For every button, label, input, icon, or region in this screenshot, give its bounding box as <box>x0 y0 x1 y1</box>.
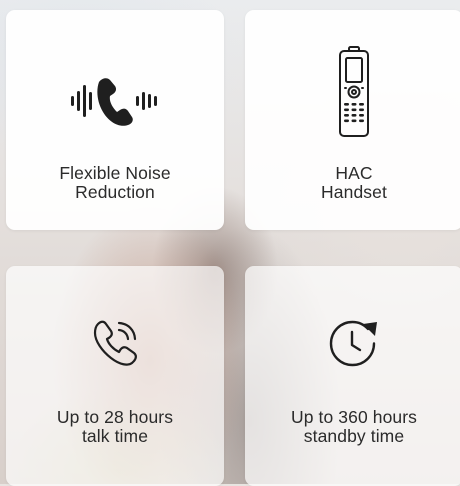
handset-icon <box>339 46 369 137</box>
phone-call-icon <box>93 320 137 366</box>
feature-label-line1: Up to 360 hours <box>290 407 418 427</box>
feature-label: Flexible Noise Reduction <box>6 164 224 202</box>
feature-label: Up to 360 hours standby time <box>245 408 460 446</box>
noise-reduction-phone-icon <box>71 78 157 126</box>
feature-label-line2: Reduction <box>75 182 155 202</box>
clock-refresh-icon <box>329 320 377 367</box>
feature-label-line2: talk time <box>81 426 149 446</box>
feature-card-noise-reduction: Flexible Noise Reduction <box>6 10 224 230</box>
feature-card-hac-handset: HAC Handset <box>245 10 460 230</box>
feature-label-line2: Handset <box>321 182 387 202</box>
feature-label: Up to 28 hours talk time <box>6 408 224 446</box>
feature-label-line1: Flexible Noise <box>59 163 171 183</box>
feature-label: HAC Handset <box>245 164 460 202</box>
feature-card-talk-time: Up to 28 hours talk time <box>6 266 224 486</box>
feature-label-line1: Up to 28 hours <box>56 407 174 427</box>
feature-label-line1: HAC <box>335 163 373 183</box>
feature-card-standby-time: Up to 360 hours standby time <box>245 266 460 486</box>
feature-label-line2: standby time <box>303 426 405 446</box>
